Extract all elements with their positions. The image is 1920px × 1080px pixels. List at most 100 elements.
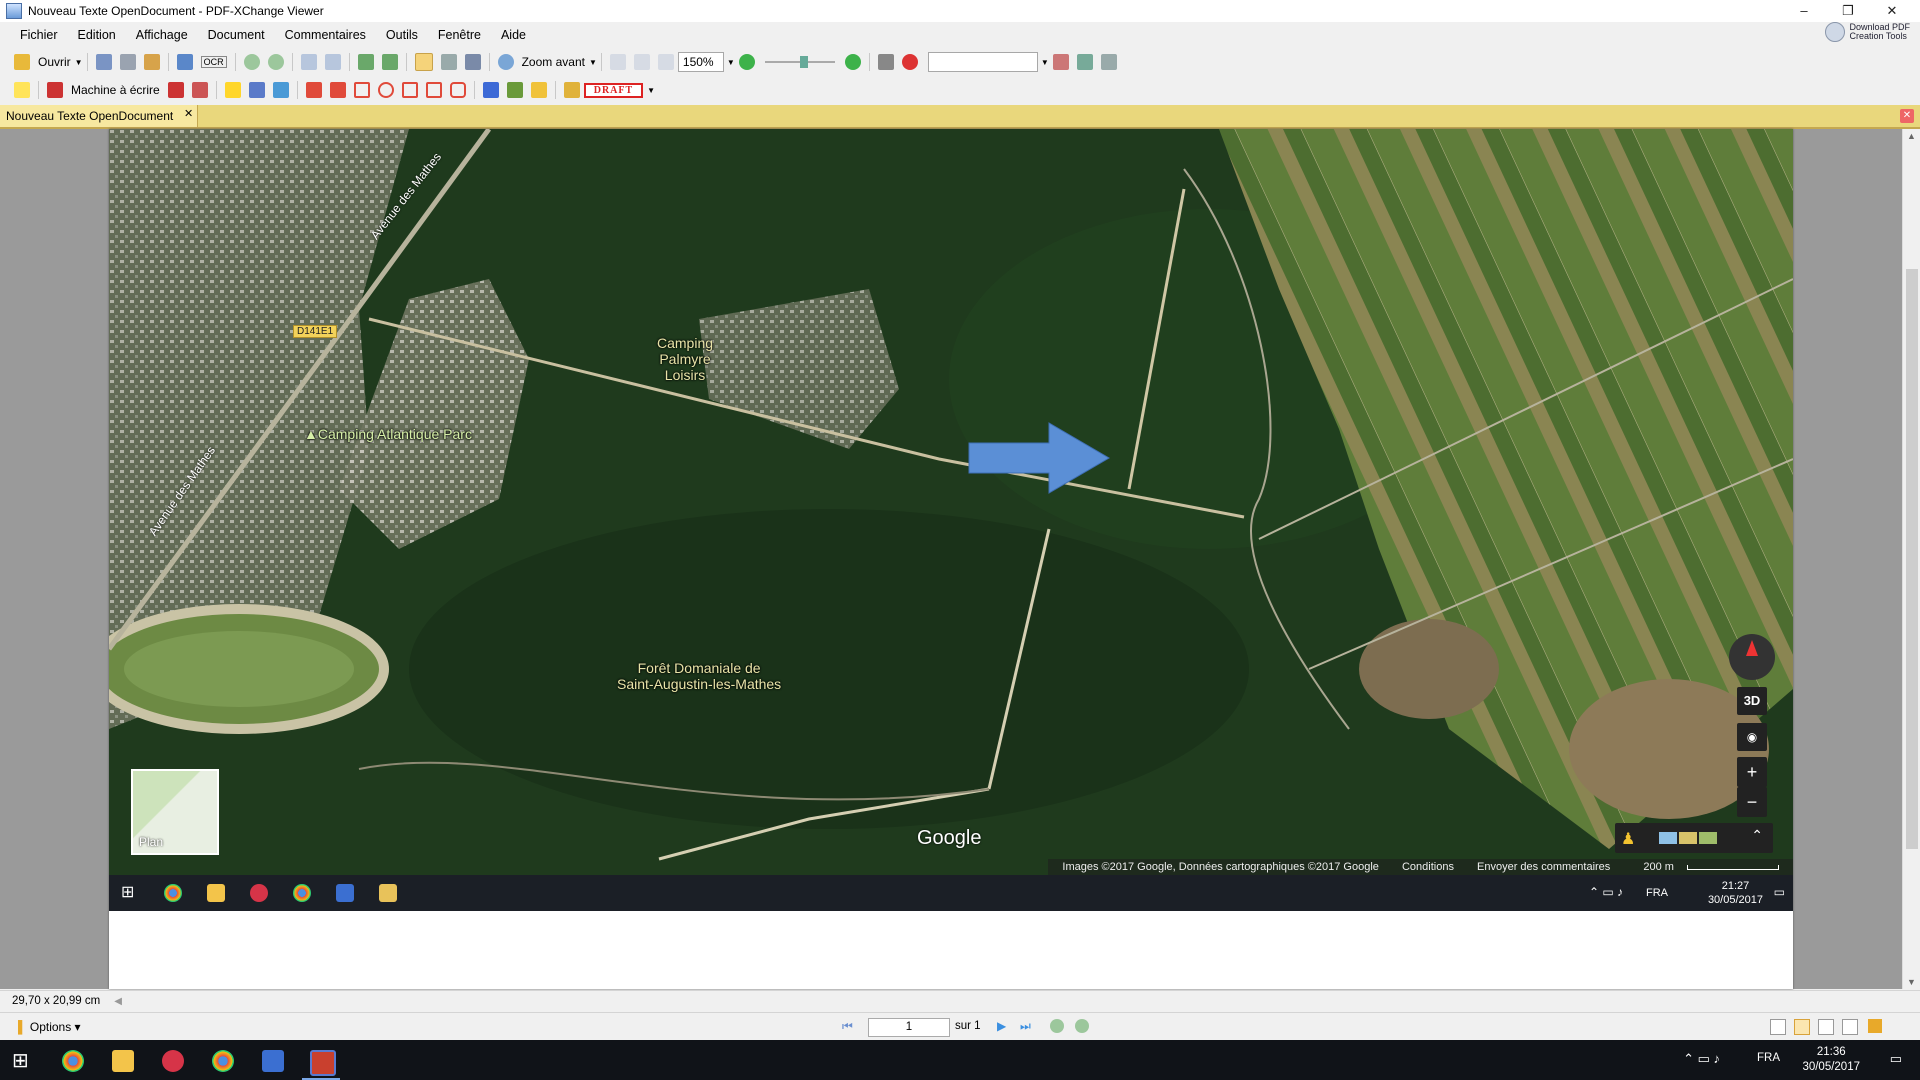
rotate-right-icon[interactable] (381, 54, 398, 70)
find-next-icon[interactable] (1076, 54, 1093, 70)
scroll-thumb[interactable] (1906, 269, 1918, 849)
stamp-icon[interactable] (563, 82, 580, 98)
callout-icon[interactable] (191, 82, 208, 98)
view-options-icon[interactable] (877, 54, 894, 70)
highlight-text-icon[interactable] (224, 82, 241, 98)
zoom-level-combo[interactable]: 150% (677, 52, 724, 72)
fit-width-icon[interactable] (657, 54, 674, 70)
ocr-button[interactable]: OCR (200, 56, 227, 68)
actual-size-icon[interactable] (609, 54, 626, 70)
forward-icon[interactable] (267, 54, 284, 70)
rectangle-tool-icon[interactable] (353, 82, 370, 98)
3d-button[interactable]: 3D (1737, 687, 1767, 715)
search-field[interactable] (927, 52, 1038, 72)
taskbar-pdf-viewer-icon[interactable] (310, 1050, 336, 1076)
taskbar-writer-icon[interactable] (262, 1050, 284, 1072)
select-tool-icon[interactable] (464, 54, 481, 70)
map-zoom-out-button[interactable]: − (1737, 787, 1767, 817)
nav-forward-icon[interactable] (1075, 1019, 1089, 1033)
export-icon[interactable] (176, 54, 193, 70)
back-icon[interactable] (243, 54, 260, 70)
next-page-icon[interactable]: ▶ (997, 1019, 1011, 1033)
spelling-icon[interactable] (901, 54, 918, 70)
continuous-facing-icon[interactable] (1842, 1019, 1858, 1035)
arrow-tool-icon[interactable] (305, 82, 322, 98)
rotate-left-icon[interactable] (357, 54, 374, 70)
download-pdf-tools-button[interactable]: Download PDF Creation Tools (1825, 22, 1910, 42)
attrib-conditions[interactable]: Conditions (1402, 861, 1454, 873)
zoom-out-circle-icon[interactable] (738, 54, 755, 70)
menu-document[interactable]: Document (198, 28, 275, 42)
document-tab[interactable]: Nouveau Texte OpenDocument ✕ (0, 103, 199, 127)
pencil-icon[interactable] (506, 82, 523, 98)
taskbar-chrome-icon[interactable] (62, 1050, 84, 1072)
minimize-button[interactable]: – (1782, 0, 1826, 22)
email-icon[interactable] (143, 54, 160, 70)
taskbar-file-explorer-icon[interactable] (112, 1050, 134, 1072)
open-button[interactable]: Ouvrir (38, 55, 71, 69)
hand-tool-icon[interactable] (414, 53, 433, 71)
attrib-feedback[interactable]: Envoyer des commentaires (1477, 861, 1610, 873)
menu-fenetre[interactable]: Fenêtre (428, 28, 491, 42)
tools-icon[interactable] (1100, 54, 1117, 70)
facing-page-icon[interactable] (1818, 1019, 1834, 1035)
menu-outils[interactable]: Outils (376, 28, 428, 42)
typewriter-icon[interactable] (47, 82, 63, 98)
first-page-icon[interactable]: ⏮ (842, 1019, 856, 1033)
scroll-left-icon[interactable]: ◀ (114, 996, 122, 1007)
draft-stamp-button[interactable]: DRAFT (583, 82, 644, 98)
prev-page-icon[interactable] (855, 1019, 869, 1033)
save-icon[interactable] (95, 54, 112, 70)
polyline-tool-icon[interactable] (425, 82, 442, 98)
single-page-icon[interactable] (1770, 1019, 1786, 1035)
underline-icon[interactable] (272, 82, 289, 98)
typewriter-button[interactable]: Machine à écrire (71, 83, 160, 97)
menu-affichage[interactable]: Affichage (126, 28, 198, 42)
restore-button[interactable]: ❐ (1826, 0, 1870, 22)
map-zoom-in-button[interactable]: + (1737, 757, 1767, 787)
zoom-slider-thumb[interactable] (799, 56, 808, 68)
zoom-in-button[interactable]: Zoom avant (522, 55, 585, 69)
action-center-icon[interactable]: ▭ (1890, 1051, 1902, 1067)
zoom-in-circle-icon[interactable] (844, 54, 861, 70)
find-icon[interactable] (1052, 54, 1069, 70)
menu-aide[interactable]: Aide (491, 28, 536, 42)
print-icon[interactable] (119, 54, 136, 70)
scroll-up-icon[interactable]: ▲ (1907, 131, 1916, 141)
close-all-tabs-button[interactable]: ✕ (1900, 109, 1914, 123)
taskbar-chrome-2-icon[interactable] (212, 1050, 234, 1072)
taskbar-app-icon[interactable] (162, 1050, 184, 1072)
plan-view-toggle[interactable]: Plan (131, 769, 219, 855)
nav-back-icon[interactable] (1050, 1019, 1064, 1033)
redo-icon[interactable] (324, 54, 341, 70)
taskbar-lang[interactable]: FRA (1757, 1052, 1780, 1064)
tab-close-icon[interactable]: ✕ (184, 103, 193, 125)
undo-icon[interactable] (300, 54, 317, 70)
menu-edition[interactable]: Edition (68, 28, 126, 42)
my-location-button[interactable]: ◉ (1737, 723, 1767, 751)
tray-icons[interactable]: ⌃ ▭ ♪ (1683, 1051, 1720, 1067)
eraser-icon[interactable] (530, 82, 547, 98)
options-menu[interactable]: ▌ Options ▾ (18, 1020, 81, 1034)
taskbar-clock[interactable]: 21:36 30/05/2017 (1802, 1045, 1860, 1075)
continuous-page-icon[interactable] (1794, 1019, 1810, 1035)
vertical-scrollbar[interactable]: ▲ ▼ (1902, 129, 1920, 989)
cloud-tool-icon[interactable] (449, 82, 466, 98)
scroll-down-icon[interactable]: ▼ (1907, 977, 1916, 987)
menu-commentaires[interactable]: Commentaires (275, 28, 376, 42)
snapshot-icon[interactable] (440, 54, 457, 70)
line-tool-icon[interactable] (329, 82, 346, 98)
page-number-input[interactable]: 1 (868, 1018, 950, 1037)
compass-control[interactable] (1729, 634, 1775, 680)
textbox-icon[interactable] (167, 82, 184, 98)
start-button[interactable]: ⊞ (12, 1050, 34, 1072)
zoom-in-icon[interactable] (497, 54, 514, 70)
zoom-slider[interactable] (764, 56, 835, 68)
open-folder-icon[interactable] (14, 54, 30, 70)
last-page-icon[interactable]: ⏭ (1020, 1019, 1034, 1033)
sticky-note-icon[interactable] (14, 82, 30, 98)
view-settings-icon[interactable] (1868, 1019, 1882, 1033)
imagery-strip[interactable]: ♟ ⌃ (1615, 823, 1773, 853)
pin-icon[interactable] (482, 82, 499, 98)
strikeout-icon[interactable] (248, 82, 265, 98)
